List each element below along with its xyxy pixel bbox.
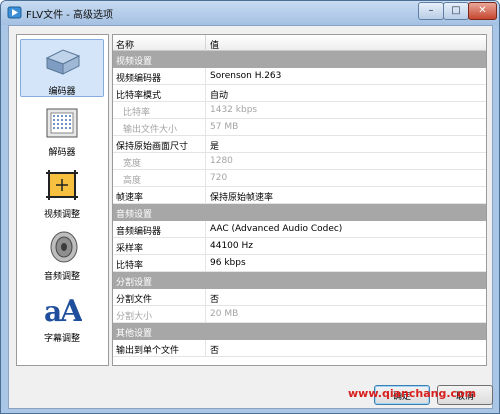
- property-row[interactable]: 音频编码器 AAC (Advanced Audio Codec): [113, 221, 486, 238]
- sidebar-item-video-adjust[interactable]: 视频调整: [20, 163, 104, 221]
- property-row[interactable]: 比特率 96 kbps: [113, 255, 486, 272]
- speaker-icon: [50, 231, 78, 263]
- row-separator: [205, 136, 206, 152]
- row-separator: [205, 238, 206, 254]
- title-bar[interactable]: FLV文件 - 高级选项 – □ ✕: [1, 1, 499, 25]
- property-name: 分割大小: [116, 312, 153, 322]
- row-separator: [205, 102, 206, 118]
- category-row[interactable]: 视频设置: [113, 51, 486, 68]
- row-separator: [205, 170, 206, 186]
- property-name: 其他设置: [116, 329, 153, 339]
- header-value: 值: [210, 41, 220, 51]
- property-value: 自动: [210, 91, 229, 101]
- property-name: 视频设置: [116, 57, 153, 67]
- property-row[interactable]: 分割大小 20 MB: [113, 306, 486, 323]
- category-row[interactable]: 其他设置: [113, 323, 486, 340]
- property-row[interactable]: 输出文件大小 57 MB: [113, 119, 486, 136]
- property-name: 高度: [123, 176, 142, 186]
- property-row[interactable]: 视频编码器 Sorenson H.263: [113, 68, 486, 85]
- sidebar-item-decoder[interactable]: 解码器: [20, 101, 104, 159]
- property-row[interactable]: 输出到单个文件 否: [113, 340, 486, 357]
- close-button[interactable]: ✕: [468, 2, 497, 20]
- sidebar-item-label: 编码器: [48, 87, 76, 97]
- app-icon: [7, 6, 22, 19]
- sidebar-item-label: 字幕调整: [43, 334, 80, 344]
- property-name: 视频编码器: [116, 74, 162, 84]
- property-value: 1432 kbps: [210, 105, 258, 115]
- row-separator: [205, 187, 206, 203]
- dialog-window: FLV文件 - 高级选项 – □ ✕ 编码器 解码器 视频调整 音频调整 a A…: [0, 0, 500, 414]
- minimize-icon: –: [428, 5, 434, 16]
- property-value: Sorenson H.263: [210, 71, 282, 81]
- property-value: 是: [210, 142, 220, 152]
- maximize-button[interactable]: □: [443, 2, 469, 20]
- property-name: 帧速率: [116, 193, 144, 203]
- category-sidebar: 编码器 解码器 视频调整 音频调整 a A 字幕调整: [16, 34, 109, 366]
- property-row[interactable]: 采样率 44100 Hz: [113, 238, 486, 255]
- row-separator: [205, 289, 206, 305]
- property-value: 否: [210, 295, 220, 305]
- property-row[interactable]: 比特率模式 自动: [113, 85, 486, 102]
- property-value: 否: [210, 346, 220, 356]
- maximize-icon: □: [451, 5, 461, 16]
- property-row[interactable]: 宽度 1280: [113, 153, 486, 170]
- property-row[interactable]: 高度 720: [113, 170, 486, 187]
- sidebar-item-label: 解码器: [48, 148, 76, 158]
- property-name: 分割文件: [116, 295, 153, 305]
- sidebar-item-label: 音频调整: [43, 272, 80, 282]
- row-separator: [205, 85, 206, 101]
- header-name: 名称: [116, 41, 135, 51]
- encoder-device-icon: [45, 49, 81, 75]
- row-separator: [205, 340, 206, 356]
- category-row[interactable]: 分割设置: [113, 272, 486, 289]
- property-name: 输出到单个文件: [116, 346, 180, 356]
- property-name: 比特率: [116, 261, 144, 271]
- dialog-body: 编码器 解码器 视频调整 音频调整 a A 字幕调整 名称 值 视频设置 视频编…: [8, 25, 493, 409]
- property-name: 分割设置: [116, 278, 153, 288]
- property-name: 比特率模式: [116, 91, 162, 101]
- row-separator: [205, 221, 206, 237]
- property-name: 保持原始画面尺寸: [116, 142, 189, 152]
- sidebar-item-subtitle-adjust[interactable]: a A 字幕调整: [20, 287, 104, 345]
- video-adjust-icon: [46, 170, 78, 200]
- subtitle-font-icon: a A: [44, 294, 82, 329]
- sidebar-item-encoder[interactable]: 编码器: [20, 39, 104, 97]
- property-value: 1280: [210, 156, 233, 166]
- grid-header: 名称 值: [113, 35, 486, 51]
- property-value: 57 MB: [210, 122, 239, 132]
- property-value: AAC (Advanced Audio Codec): [210, 224, 343, 234]
- property-name: 输出文件大小: [123, 125, 178, 135]
- property-name: 采样率: [116, 244, 144, 254]
- property-value: 720: [210, 173, 228, 183]
- property-name: 宽度: [123, 159, 142, 169]
- property-value: 保持原始帧速率: [210, 193, 274, 203]
- property-grid: 名称 值 视频设置视频编码器 Sorenson H.263 比特率模式 自动比特率 14…: [112, 34, 487, 366]
- close-icon: ✕: [478, 5, 487, 16]
- column-separator[interactable]: [205, 35, 206, 51]
- svg-text:A: A: [59, 294, 82, 329]
- row-separator: [205, 306, 206, 322]
- property-row[interactable]: 比特率 1432 kbps: [113, 102, 486, 119]
- watermark: www.qianchang.com: [348, 387, 477, 400]
- window-title: FLV文件 - 高级选项: [26, 10, 114, 21]
- row-separator: [205, 255, 206, 271]
- property-name: 音频设置: [116, 210, 153, 220]
- property-value: 96 kbps: [210, 258, 246, 268]
- category-row[interactable]: 音频设置: [113, 204, 486, 221]
- row-separator: [205, 153, 206, 169]
- row-separator: [205, 119, 206, 135]
- decoder-chip-icon: [46, 108, 78, 138]
- row-separator: [205, 68, 206, 84]
- property-row[interactable]: 分割文件 否: [113, 289, 486, 306]
- minimize-button[interactable]: –: [418, 2, 444, 20]
- property-row[interactable]: 保持原始画面尺寸 是: [113, 136, 486, 153]
- sidebar-item-label: 视频调整: [43, 210, 80, 220]
- sidebar-item-audio-adjust[interactable]: 音频调整: [20, 225, 104, 283]
- property-name: 比特率: [123, 108, 151, 118]
- property-value: 20 MB: [210, 309, 239, 319]
- property-name: 音频编码器: [116, 227, 162, 237]
- property-row[interactable]: 帧速率 保持原始帧速率: [113, 187, 486, 204]
- property-value: 44100 Hz: [210, 241, 253, 251]
